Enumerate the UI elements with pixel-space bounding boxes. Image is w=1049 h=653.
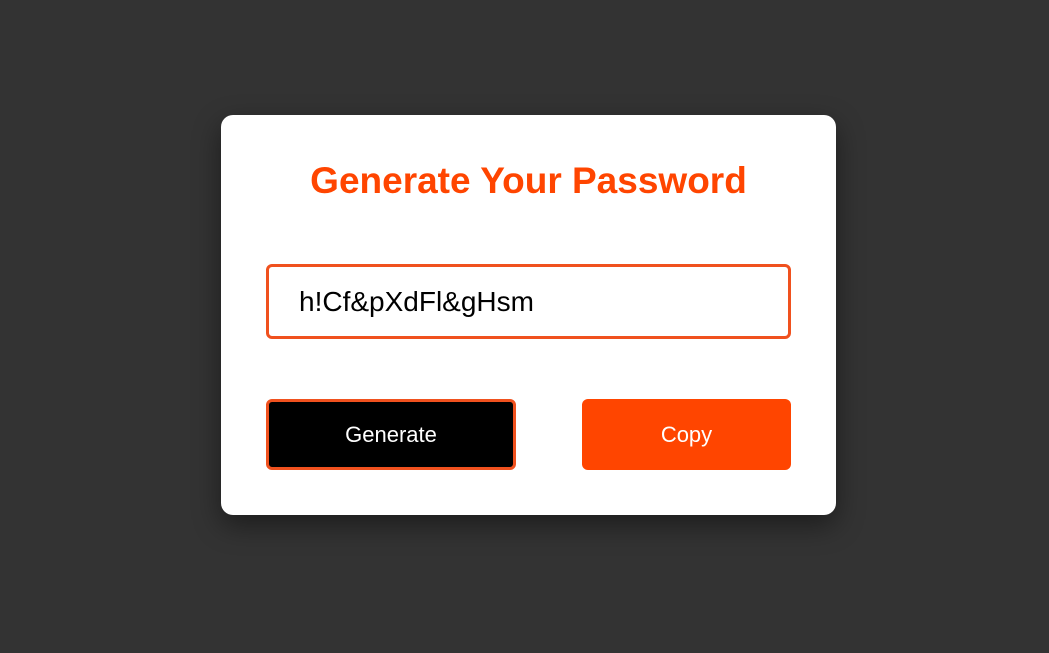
password-field[interactable] xyxy=(266,264,791,339)
copy-button[interactable]: Copy xyxy=(582,399,791,470)
password-generator-card: Generate Your Password Generate Copy xyxy=(221,115,836,515)
page-title: Generate Your Password xyxy=(310,160,747,201)
generate-button[interactable]: Generate xyxy=(266,399,516,470)
